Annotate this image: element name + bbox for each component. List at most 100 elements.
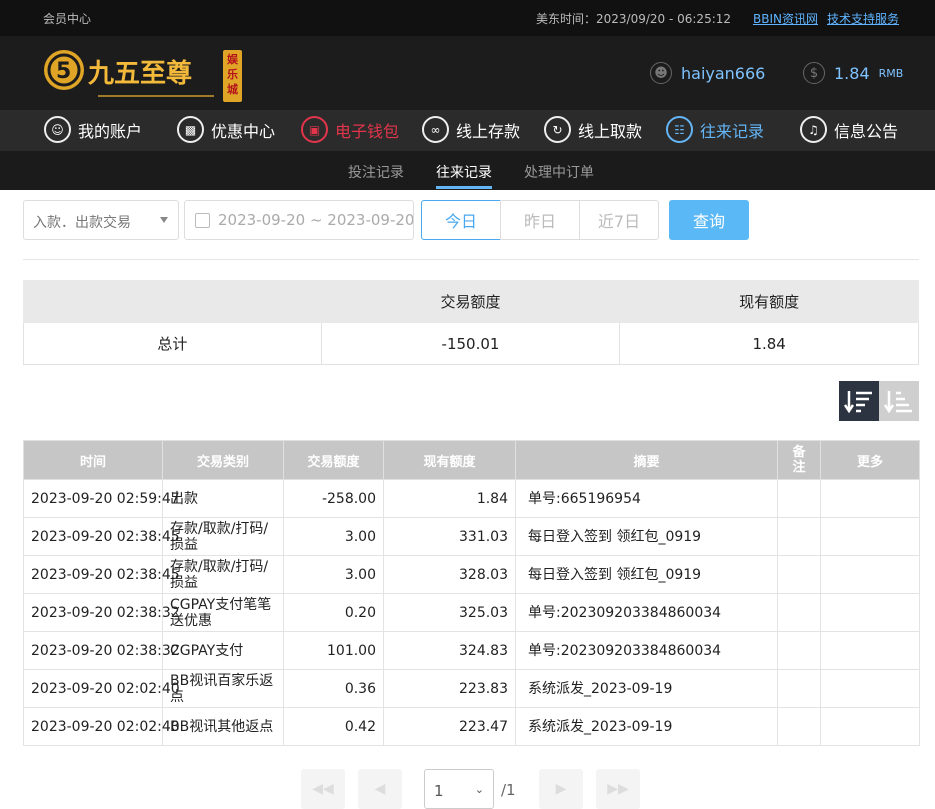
cell-type: BB视讯其他返点	[162, 707, 284, 746]
wallet-icon: ▣	[301, 116, 328, 143]
cell-amount: 101.00	[283, 631, 384, 670]
transaction-type-select[interactable]: 入款．出款交易	[23, 200, 179, 240]
cell-type: BB视讯百家乐返点	[162, 669, 284, 708]
sort-descending-button[interactable]	[839, 381, 879, 421]
username: haiyan666	[681, 63, 766, 83]
summary-table: 交易额度 现有额度 总计 -150.01 1.84	[23, 280, 919, 365]
today-button[interactable]: 今日	[421, 200, 501, 240]
nav-online-withdraw[interactable]: ↻ 线上取款	[544, 116, 642, 143]
cell-type: CGPAY支付笔笔送优惠	[162, 593, 284, 632]
cell-note	[777, 631, 821, 670]
record-icon: ☷	[666, 116, 693, 143]
header: 5 九五至尊 娱乐城 ☻ haiyan666 $ 1.84 RMB	[0, 36, 935, 110]
nav-label: 优惠中心	[211, 121, 276, 141]
nav-announcements[interactable]: ♫ 信息公告	[800, 116, 898, 143]
cell-balance: 223.83	[383, 669, 516, 708]
top-bar: 会员中心 美东时间：2023/09/20 - 06:25:12 BBIN资讯网 …	[0, 0, 935, 36]
next-page-button[interactable]: ▶	[539, 769, 583, 809]
cell-more[interactable]	[820, 517, 920, 556]
col-more: 更多	[820, 440, 920, 480]
user-icon: ☺	[44, 116, 71, 143]
user-icon: ☻	[650, 62, 672, 84]
summary-current-balance: 1.84	[619, 322, 919, 365]
cell-amount: -258.00	[283, 479, 384, 518]
nav-my-account[interactable]: ☺ 我的账户	[44, 116, 142, 143]
site-logo[interactable]: 5 九五至尊 娱乐城	[42, 44, 244, 104]
logo-text: 九五至尊	[87, 58, 192, 89]
cell-time: 2023-09-20 02:38:32	[23, 631, 180, 670]
first-page-button[interactable]: ◀◀	[301, 769, 345, 809]
member-center-label: 会员中心	[43, 12, 92, 26]
cell-more[interactable]	[820, 593, 920, 632]
sort-descending-icon	[844, 391, 872, 414]
cell-summary: 单号:202309203384860034	[515, 593, 778, 632]
cell-note	[777, 593, 821, 632]
cell-note	[777, 555, 821, 594]
user-info[interactable]: ☻ haiyan666	[650, 62, 765, 84]
nav-label: 往来记录	[700, 121, 765, 141]
divider	[23, 259, 919, 260]
sort-ascending-button[interactable]	[879, 381, 919, 421]
query-button[interactable]: 查询	[669, 200, 749, 240]
tab-pending-orders[interactable]: 处理中订单	[524, 162, 594, 182]
date-range-input[interactable]: 2023-09-20 ~ 2023-09-20	[184, 200, 414, 240]
cell-type: 出款	[162, 479, 284, 518]
cell-amount: 0.36	[283, 669, 384, 708]
eastern-time: 美东时间：2023/09/20 - 06:25:12	[536, 12, 732, 26]
svg-text:5: 5	[56, 59, 71, 84]
tech-support-link[interactable]: 技术支持服务	[827, 10, 899, 27]
cell-balance: 223.47	[383, 707, 516, 746]
bbin-info-link[interactable]: BBIN资讯网	[753, 10, 818, 27]
table-row: 2023-09-20 02:38:32 CGPAY支付 101.00 324.83 单号…	[23, 631, 920, 670]
cell-note	[777, 669, 821, 708]
cell-summary: 单号:202309203384860034	[515, 631, 778, 670]
cell-time: 2023-09-20 02:02:40	[23, 707, 180, 746]
cell-summary: 系统派发_2023-09-19	[515, 669, 778, 708]
cell-more[interactable]	[820, 555, 920, 594]
page-total: /1	[501, 781, 516, 799]
cell-more[interactable]	[820, 479, 920, 518]
cell-amount: 3.00	[283, 555, 384, 594]
caret-down-icon	[160, 217, 168, 223]
cell-more[interactable]	[820, 669, 920, 708]
main-nav: ☺ 我的账户 ▩ 优惠中心 ▣ 电子钱包 ∞ 线上存款 ↻ 线上取款 ☷ 往来记…	[0, 110, 935, 151]
deposit-icon: ∞	[422, 116, 449, 143]
col-balance: 现有额度	[383, 440, 516, 480]
tab-transaction-records[interactable]: 往来记录	[436, 162, 492, 182]
nav-online-deposit[interactable]: ∞ 线上存款	[422, 116, 520, 143]
cell-more[interactable]	[820, 631, 920, 670]
cell-type: 存款/取款/打码/损益	[162, 517, 284, 556]
cell-amount: 0.42	[283, 707, 384, 746]
current-page: 1	[434, 782, 444, 800]
cell-more[interactable]	[820, 707, 920, 746]
cell-balance: 331.03	[383, 517, 516, 556]
records-table: 时间 交易类别 交易额度 现有额度 摘要 备注 更多 2023-09-20 02…	[23, 440, 920, 746]
withdraw-icon: ↻	[544, 116, 571, 143]
prev-page-button[interactable]: ◀	[358, 769, 402, 809]
dollar-icon: $	[803, 62, 825, 84]
yesterday-button[interactable]: 昨日	[500, 200, 580, 240]
sub-nav: 投注记录 往来记录 处理中订单	[0, 151, 935, 190]
cell-amount: 0.20	[283, 593, 384, 632]
table-row: 2023-09-20 02:02:40 BB视讯其他返点 0.42 223.47 系统派…	[23, 707, 920, 746]
active-tab-indicator	[436, 186, 492, 189]
cell-note	[777, 517, 821, 556]
table-row: 2023-09-20 02:38:45 存款/取款/打码/损益 3.00 328.03…	[23, 555, 920, 594]
nav-label: 线上存款	[456, 121, 521, 141]
last-7-days-button[interactable]: 近7日	[579, 200, 659, 240]
page-select[interactable]: 1 ⌄	[424, 769, 494, 809]
cell-type: CGPAY支付	[162, 631, 284, 670]
gift-icon: ▩	[177, 116, 204, 143]
cell-balance: 325.03	[383, 593, 516, 632]
sort-ascending-icon	[884, 391, 912, 414]
last-page-button[interactable]: ▶▶	[596, 769, 640, 809]
nav-e-wallet[interactable]: ▣ 电子钱包	[301, 116, 399, 143]
cell-summary: 每日登入签到 领红包_0919	[515, 517, 778, 556]
nav-promotions[interactable]: ▩ 优惠中心	[177, 116, 275, 143]
nav-label: 信息公告	[834, 121, 899, 141]
tab-bet-records[interactable]: 投注记录	[348, 162, 404, 182]
nav-label: 我的账户	[78, 121, 143, 141]
table-row: 2023-09-20 02:59:47 出款 -258.00 1.84 单号:66519…	[23, 479, 920, 518]
nav-transaction-records[interactable]: ☷ 往来记录	[666, 116, 764, 143]
cell-note	[777, 479, 821, 518]
